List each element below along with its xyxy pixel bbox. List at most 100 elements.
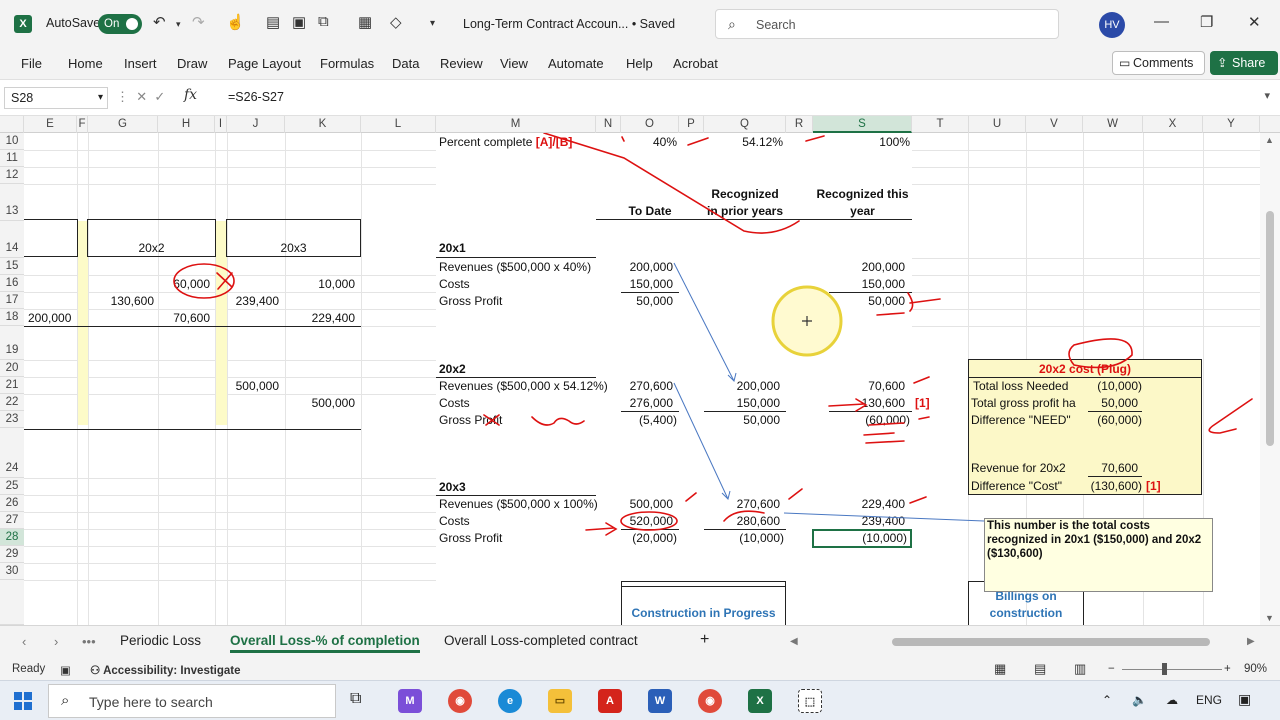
tab-file[interactable]: File: [21, 56, 42, 71]
copy-icon[interactable]: ⧉: [318, 13, 329, 30]
name-box[interactable]: S28 ▾: [4, 87, 108, 109]
row-header[interactable]: 20: [0, 360, 24, 377]
row-header[interactable]: 10: [0, 133, 24, 150]
touch-mode-icon[interactable]: ☝: [226, 13, 245, 31]
snipping-tool-icon[interactable]: ⬚: [798, 689, 822, 713]
search-box[interactable]: ⌕ Search: [715, 9, 1059, 39]
zoom-slider[interactable]: [1122, 669, 1222, 670]
restore-icon[interactable]: ❐: [1200, 13, 1213, 31]
row-header[interactable]: 15: [0, 258, 24, 275]
normal-view-icon[interactable]: ▦: [994, 661, 1006, 677]
scroll-up-icon[interactable]: ▲: [1265, 135, 1274, 145]
column-header[interactable]: W: [1083, 116, 1143, 133]
row-header[interactable]: 17: [0, 292, 24, 309]
tab-help[interactable]: Help: [626, 56, 653, 71]
column-header[interactable]: V: [1026, 116, 1083, 133]
row-header[interactable]: 22: [0, 394, 24, 411]
tab-data[interactable]: Data: [392, 56, 419, 71]
fill-color-icon[interactable]: ◇: [390, 13, 402, 31]
acrobat-app-icon[interactable]: A: [598, 689, 622, 713]
minimize-icon[interactable]: —: [1154, 13, 1169, 30]
sheet-tab-overall-loss-pct[interactable]: Overall Loss-% of completion: [230, 633, 420, 653]
column-header[interactable]: H: [158, 116, 215, 133]
column-header[interactable]: Y: [1203, 116, 1260, 133]
redo-icon[interactable]: ↷: [192, 13, 205, 31]
chrome-app-icon[interactable]: ◉: [448, 689, 472, 713]
tab-draw[interactable]: Draw: [177, 56, 207, 71]
macro-record-icon[interactable]: ▣: [60, 663, 71, 677]
row-header[interactable]: 26: [0, 495, 24, 512]
row-header[interactable]: 21: [0, 377, 24, 394]
tab-automate[interactable]: Automate: [548, 56, 604, 71]
horizontal-scrollbar[interactable]: [800, 637, 1258, 647]
row-header[interactable]: 13: [0, 184, 24, 221]
zoom-out-icon[interactable]: −: [1108, 663, 1115, 675]
scroll-right-icon[interactable]: ▶: [1247, 636, 1255, 647]
tray-chevron-icon[interactable]: ⌃: [1102, 693, 1112, 707]
close-icon[interactable]: ✕: [1248, 13, 1261, 31]
row-header[interactable]: 24: [0, 428, 24, 478]
page-break-view-icon[interactable]: ▥: [1074, 661, 1086, 677]
row-header[interactable]: 25: [0, 478, 24, 495]
column-header[interactable]: I: [215, 116, 227, 133]
column-header[interactable]: N: [596, 116, 621, 133]
m365-app-icon[interactable]: M: [398, 689, 422, 713]
task-view-icon[interactable]: ⧉: [350, 690, 361, 708]
select-all-corner[interactable]: [0, 116, 24, 133]
tab-review[interactable]: Review: [440, 56, 483, 71]
tab-acrobat[interactable]: Acrobat: [673, 56, 718, 71]
customize-toolbar-icon[interactable]: ▾: [430, 18, 435, 29]
row-header[interactable]: 28: [0, 529, 24, 546]
vertical-scrollbar[interactable]: ▲ ▼: [1260, 133, 1280, 625]
zoom-slider-thumb[interactable]: [1162, 663, 1167, 675]
file-explorer-icon[interactable]: ▭: [548, 689, 572, 713]
column-header[interactable]: P: [679, 116, 704, 133]
row-header[interactable]: 19: [0, 326, 24, 360]
print-preview-icon[interactable]: ▣: [292, 13, 306, 31]
column-header[interactable]: J: [227, 116, 285, 133]
chrome-profile-app-icon[interactable]: ◉: [698, 689, 722, 713]
tab-view[interactable]: View: [500, 56, 528, 71]
row-header[interactable]: 27: [0, 512, 24, 529]
tab-page-layout[interactable]: Page Layout: [228, 56, 301, 71]
tab-insert[interactable]: Insert: [124, 56, 157, 71]
tab-home[interactable]: Home: [68, 56, 103, 71]
column-header[interactable]: S: [813, 116, 912, 133]
column-header[interactable]: L: [361, 116, 436, 133]
undo-icon[interactable]: ↶: [153, 13, 166, 31]
undo-dropdown-icon[interactable]: ▾: [176, 19, 181, 30]
column-header[interactable]: O: [621, 116, 679, 133]
insert-function-icon[interactable]: fx: [184, 87, 197, 103]
row-header[interactable]: 11: [0, 150, 24, 167]
row-header[interactable]: 14: [0, 221, 24, 258]
expand-formula-icon[interactable]: ▾: [1264, 89, 1270, 102]
tab-formulas[interactable]: Formulas: [320, 56, 374, 71]
scroll-left-icon[interactable]: ◀: [790, 636, 798, 647]
column-header[interactable]: E: [24, 116, 77, 133]
cancel-confirm-icons[interactable]: ⋮ ✕ ✓: [116, 89, 165, 105]
edge-app-icon[interactable]: e: [498, 689, 522, 713]
column-header[interactable]: U: [969, 116, 1026, 133]
column-header[interactable]: R: [786, 116, 813, 133]
column-header[interactable]: G: [88, 116, 158, 133]
volume-icon[interactable]: 🔈: [1132, 693, 1147, 707]
sheet-tab-overall-loss-completed[interactable]: Overall Loss-completed contract: [444, 633, 638, 648]
prev-sheet-icon[interactable]: ‹: [22, 634, 26, 649]
row-header[interactable]: 18: [0, 309, 24, 326]
excel-app-icon[interactable]: X: [748, 689, 772, 713]
add-sheet-icon[interactable]: +: [700, 631, 709, 649]
comments-button[interactable]: ▭ Comments: [1112, 51, 1205, 75]
next-sheet-icon[interactable]: ›: [54, 634, 58, 649]
row-header[interactable]: 30: [0, 563, 24, 580]
horizontal-scroll-thumb[interactable]: [892, 638, 1210, 646]
more-sheets-icon[interactable]: •••: [82, 634, 96, 649]
word-app-icon[interactable]: W: [648, 689, 672, 713]
page-layout-view-icon[interactable]: ▤: [1034, 661, 1046, 677]
sheet-tab-periodic-loss[interactable]: Periodic Loss: [120, 633, 201, 648]
zoom-level[interactable]: 90%: [1244, 663, 1267, 675]
column-header[interactable]: F: [77, 116, 88, 133]
language-indicator[interactable]: ENG: [1196, 693, 1222, 707]
row-header[interactable]: 16: [0, 275, 24, 292]
zoom-in-icon[interactable]: +: [1224, 663, 1231, 675]
table-icon[interactable]: ▦: [358, 13, 372, 31]
